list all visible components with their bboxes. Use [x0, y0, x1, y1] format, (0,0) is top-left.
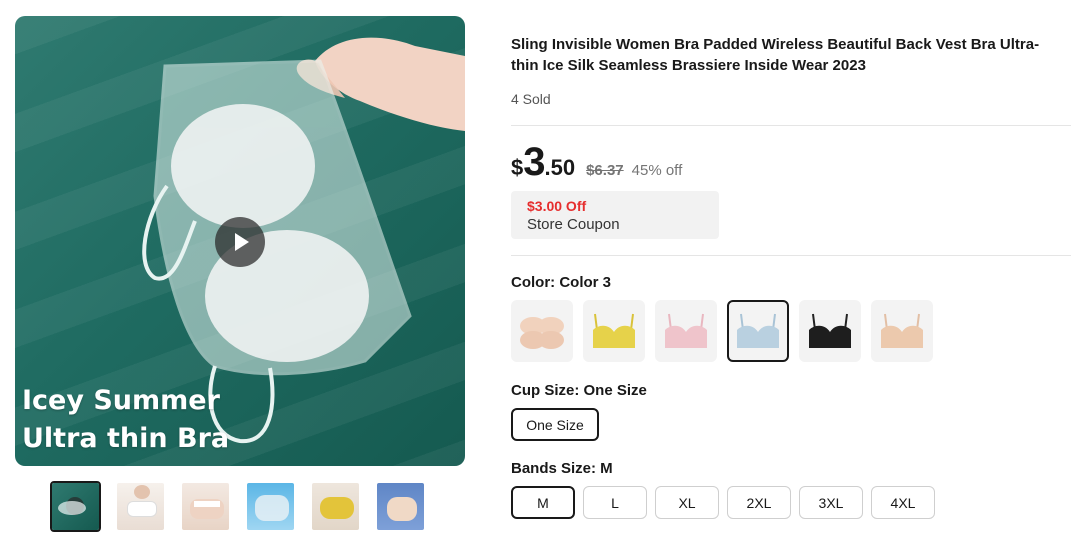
color-options [511, 300, 933, 362]
thumbnail-6[interactable] [375, 481, 426, 532]
divider-2 [511, 255, 1071, 256]
color-option-beige[interactable] [871, 300, 933, 362]
color-option-pink[interactable] [655, 300, 717, 362]
price-decimal: .50 [544, 155, 576, 180]
thumbnail-5[interactable] [310, 481, 361, 532]
price-integer: 3 [523, 140, 545, 184]
original-price: $6.37 [586, 162, 624, 179]
store-coupon-button[interactable]: $3.00 Off Store Coupon [511, 191, 719, 239]
coupon-amount: $3.00 Off [527, 198, 587, 214]
thumbnail-3[interactable] [180, 481, 231, 532]
color-option-black[interactable] [799, 300, 861, 362]
color-option-yellow[interactable] [583, 300, 645, 362]
cup-size-option-one-size[interactable]: One Size [511, 408, 599, 441]
color-label: Color: Color 3 [511, 274, 611, 291]
overlay-line-2: Ultra thin Bra [22, 423, 230, 454]
thumbnail-strip [50, 481, 426, 532]
band-size-option-xl[interactable]: XL [655, 486, 719, 519]
band-size-label: Bands Size: M [511, 460, 613, 477]
thumbnail-4[interactable] [245, 481, 296, 532]
play-video-button[interactable] [215, 217, 265, 267]
play-icon [235, 233, 249, 251]
main-product-image[interactable]: Icey Summer Ultra thin Bra [15, 16, 465, 466]
band-size-option-4xl[interactable]: 4XL [871, 486, 935, 519]
thumbnail-2[interactable] [115, 481, 166, 532]
coupon-label: Store Coupon [527, 216, 620, 233]
image-overlay-text: Icey Summer Ultra thin Bra [22, 382, 229, 458]
color-option-nude-pads[interactable] [511, 300, 573, 362]
cup-size-label: Cup Size: One Size [511, 382, 647, 399]
divider-1 [511, 125, 1071, 126]
sold-count: 4 Sold [511, 91, 551, 107]
thumbnail-1[interactable] [50, 481, 101, 532]
discount-percent: 45% off [631, 162, 683, 179]
product-title: Sling Invisible Women Bra Padded Wireles… [511, 36, 1040, 74]
band-size-option-m[interactable]: M [511, 486, 575, 519]
band-size-option-3xl[interactable]: 3XL [799, 486, 863, 519]
color-option-light-blue[interactable] [727, 300, 789, 362]
price-currency: $ [511, 155, 524, 180]
overlay-line-1: Icey Summer [22, 385, 220, 416]
band-size-option-l[interactable]: L [583, 486, 647, 519]
price-row: $ 3 .50 $6.37 45% off [511, 140, 682, 185]
band-size-option-2xl[interactable]: 2XL [727, 486, 791, 519]
